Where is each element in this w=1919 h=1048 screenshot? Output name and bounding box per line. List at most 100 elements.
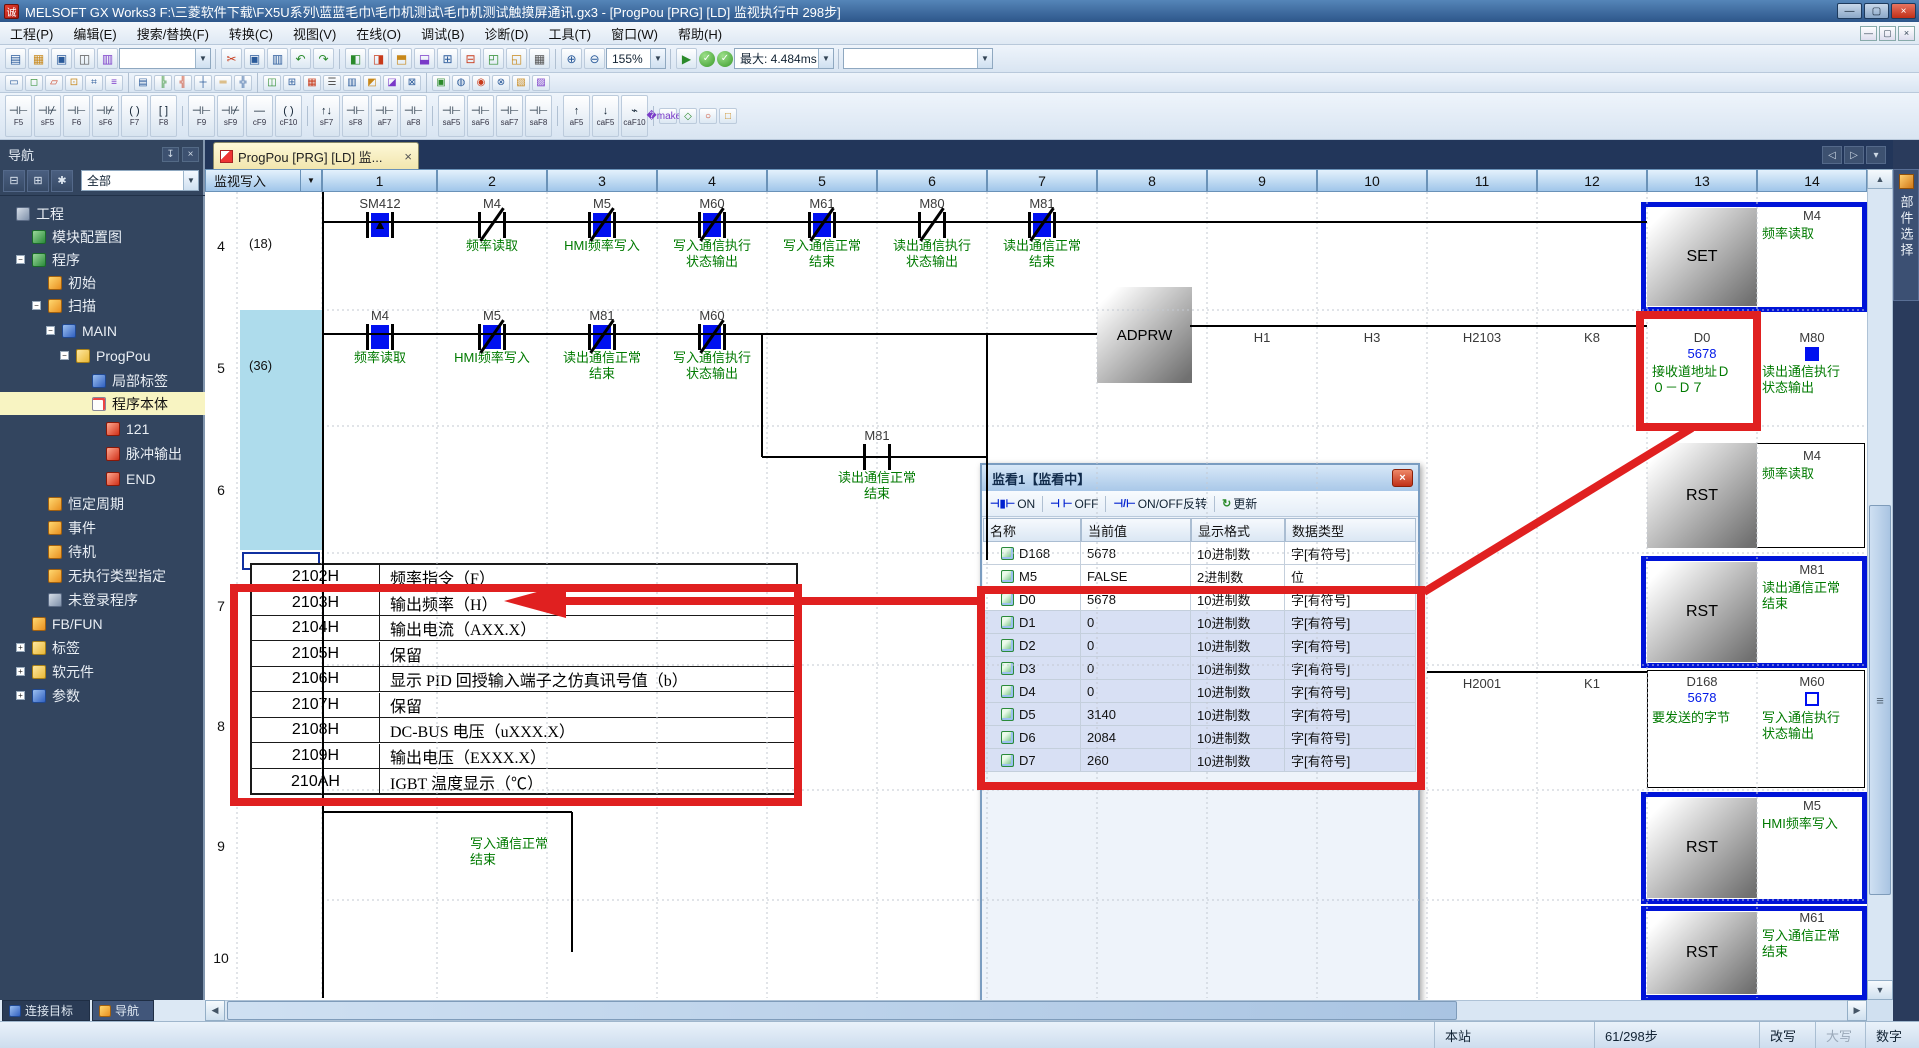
toolbar-icon[interactable]: ┼	[194, 75, 212, 91]
watch-row-value[interactable]: FALSE	[1081, 565, 1191, 588]
verify-icon[interactable]: ◱	[506, 48, 527, 69]
ladder-row-number[interactable]: 5	[205, 360, 237, 376]
force-off-button[interactable]: ⊣ ⊢OFF	[1046, 494, 1102, 514]
undo-icon[interactable]: ↶	[290, 48, 311, 69]
ladder-symbol-button[interactable]: ⊣⊢F5	[5, 95, 32, 137]
toolbar-icon[interactable]: �makers	[659, 108, 677, 124]
rst-instruction-block[interactable]: RST	[1647, 912, 1757, 994]
scan-time-combo[interactable]: 最大: 4.484ms▼	[734, 48, 834, 69]
watch-row-name[interactable]: D1	[983, 611, 1081, 634]
dropdown-arrow-icon[interactable]: ▼	[195, 49, 210, 68]
minimize-button[interactable]: —	[1837, 3, 1862, 19]
ladder-symbol-button[interactable]: ⌁caF10	[621, 95, 648, 137]
set-instruction-block[interactable]: SET	[1647, 208, 1757, 306]
tree-item-event[interactable]: 事件	[0, 516, 205, 539]
tab-list-icon[interactable]: ▾	[1866, 146, 1886, 164]
ladder-symbol-button[interactable]: ⊣⊬sF6	[92, 95, 119, 137]
horizontal-scroll-thumb[interactable]	[227, 1001, 1457, 1020]
menu-help[interactable]: 帮助(H)	[668, 22, 732, 45]
watch-row-name[interactable]: D5	[983, 703, 1081, 726]
watch-row-name[interactable]: D168	[983, 542, 1081, 565]
tree-item-end[interactable]: END	[0, 467, 205, 490]
find-combo[interactable]: ▼	[843, 48, 993, 69]
toolbar-icon[interactable]: ▥	[343, 75, 361, 91]
ladder-contact-m4[interactable]: M4 频率读取	[437, 196, 547, 254]
ladder-contact-sm412[interactable]: SM412 ▲	[325, 196, 435, 238]
toolbar-icon[interactable]: ○	[699, 108, 717, 124]
run-monitor-icon[interactable]: ▶	[676, 48, 697, 69]
ladder-tool-icon[interactable]: ◧	[345, 48, 366, 69]
toolbar-icon[interactable]: ▦	[303, 75, 321, 91]
simulation-icon[interactable]: ⊞	[437, 48, 458, 69]
toolbar-icon[interactable]: ▣	[432, 75, 450, 91]
tree-item-parameter[interactable]: +参数	[0, 684, 205, 707]
toolbar-icon[interactable]: ▤	[134, 75, 152, 91]
ladder-contact-m80[interactable]: M80 读出通信执行 状态输出	[877, 196, 987, 270]
monitor-mode-cell[interactable]: 监视写入	[205, 169, 301, 192]
collapse-box-icon[interactable]: −	[32, 301, 41, 310]
toolbar-icon[interactable]: ╣	[174, 75, 192, 91]
scroll-up-icon[interactable]: ▲	[1867, 169, 1893, 189]
watch-row-value[interactable]: 5678	[1081, 588, 1191, 611]
ladder-row-number[interactable]: 10	[205, 950, 237, 966]
menu-online[interactable]: 在线(O)	[346, 22, 411, 45]
ladder-contact-m5[interactable]: M5 HMI频率写入	[547, 196, 657, 254]
ladder-symbol-button[interactable]: ⊣⊢aF7	[371, 95, 398, 137]
toolbar-icon[interactable]: ╬	[234, 75, 252, 91]
watch-row-name[interactable]: M5	[983, 565, 1081, 588]
watch-row-name[interactable]: D6	[983, 726, 1081, 749]
ladder-symbol-button[interactable]: ⊣⊢saF7	[496, 95, 523, 137]
collapse-box-icon[interactable]: −	[16, 255, 25, 264]
ladder-symbol-button[interactable]: ⊣⊢F6	[63, 95, 90, 137]
dropdown-arrow-icon[interactable]: ▼	[183, 171, 198, 190]
gear-icon[interactable]: ✱	[51, 170, 73, 192]
tab-connection-target[interactable]: 连接目标	[2, 1000, 90, 1021]
ladder-row-number[interactable]: 7	[205, 598, 237, 614]
ladder-contact-m81[interactable]: M81 读出通信正常 结束	[547, 308, 657, 382]
watch-row-value[interactable]: 5678	[1081, 542, 1191, 565]
watch-row-value[interactable]: 2084	[1081, 726, 1191, 749]
toolbar-icon[interactable]: ☰	[323, 75, 341, 91]
ladder-symbol-button[interactable]: ⊣⊢saF8	[525, 95, 552, 137]
toolbar-icon[interactable]: ▱	[45, 75, 63, 91]
parameter-icon[interactable]: ⬒	[391, 48, 412, 69]
toolbar-icon[interactable]: ⊠	[403, 75, 421, 91]
watch-row-name[interactable]: D0	[983, 588, 1081, 611]
tab-parts-selection[interactable]: 部件选择	[1893, 169, 1919, 301]
zoom-in-icon[interactable]: ⊕	[561, 48, 582, 69]
tree-item-standby[interactable]: 待机	[0, 540, 205, 563]
save-icon[interactable]: ▣	[51, 48, 72, 69]
monitor-ok-icon[interactable]: ✓	[699, 51, 715, 67]
device-comment-icon[interactable]: ◨	[368, 48, 389, 69]
watch-row-value[interactable]: 0	[1081, 611, 1191, 634]
refresh-button[interactable]: ↻更新	[1218, 494, 1261, 514]
document-tab[interactable]: ProgPou [PRG] [LD] 监... ×	[213, 142, 419, 169]
mdi-minimize-icon[interactable]: —	[1860, 26, 1877, 41]
tree-item-label[interactable]: +标签	[0, 636, 205, 659]
ladder-symbol-button[interactable]: ↑↓sF7	[313, 95, 340, 137]
menu-window[interactable]: 窗口(W)	[601, 22, 668, 45]
expand-box-icon[interactable]: +	[16, 667, 25, 676]
rst-instruction-block[interactable]: RST	[1647, 443, 1757, 548]
toolbar-icon[interactable]: ◪	[383, 75, 401, 91]
dropdown-arrow-icon[interactable]: ▼	[977, 49, 992, 68]
toolbar-icon[interactable]: ◻	[25, 75, 43, 91]
ladder-symbol-button[interactable]: [ ]F8	[150, 95, 177, 137]
toolbar-icon[interactable]: ⊡	[65, 75, 83, 91]
tree-item-progpou[interactable]: −ProgPou	[0, 344, 205, 367]
toolbar-icon[interactable]: ◫	[263, 75, 281, 91]
scroll-left-icon[interactable]: ◀	[205, 1000, 225, 1021]
ladder-contact-m61[interactable]: M61 写入通信正常 结束	[767, 196, 877, 270]
tree-item-pulse-output[interactable]: 脉冲输出	[0, 442, 205, 465]
rst-instruction-block[interactable]: RST	[1647, 798, 1757, 898]
print-icon[interactable]: ◫	[74, 48, 95, 69]
tree-item-initial[interactable]: 初始	[0, 271, 205, 294]
expand-box-icon[interactable]: +	[16, 691, 25, 700]
watch-row-name[interactable]: D2	[983, 634, 1081, 657]
watch-close-icon[interactable]: ×	[1392, 469, 1413, 487]
tab-navigation[interactable]: 导航	[92, 1000, 154, 1021]
copy-icon[interactable]: ▣	[244, 48, 265, 69]
tab-close-icon[interactable]: ×	[404, 149, 412, 164]
help-icon[interactable]: ▥	[97, 48, 118, 69]
ladder-symbol-button[interactable]: ⊣⊢F9	[188, 95, 215, 137]
